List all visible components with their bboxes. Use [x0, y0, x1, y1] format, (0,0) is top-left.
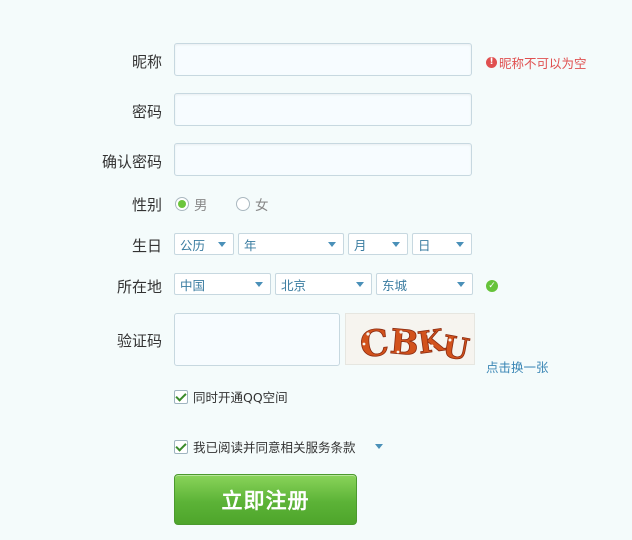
year-select-value: 年	[244, 237, 257, 253]
captcha-label: 验证码	[116, 332, 162, 350]
password-label: 密码	[131, 103, 162, 121]
captcha-image: C B K U	[345, 313, 475, 365]
nickname-input[interactable]	[174, 43, 472, 76]
birthday-label: 生日	[131, 237, 162, 255]
district-select-value: 东城	[382, 277, 408, 293]
check-circle-icon: ✓	[486, 280, 498, 292]
confirm-password-input[interactable]	[174, 143, 472, 176]
nickname-error: ! 昵称不可以为空	[486, 53, 587, 72]
terms-option[interactable]: 我已阅读并同意相关服务条款	[174, 437, 383, 456]
day-select[interactable]: 日	[412, 233, 472, 255]
location-label: 所在地	[116, 278, 162, 296]
captcha-char: U	[440, 329, 472, 365]
chevron-down-icon[interactable]	[374, 444, 383, 449]
captcha-input[interactable]	[174, 313, 340, 366]
month-select[interactable]: 月	[348, 233, 408, 255]
confirm-password-label: 确认密码	[101, 153, 162, 171]
nickname-label: 昵称	[131, 53, 162, 71]
register-button[interactable]: 立即注册	[174, 474, 357, 525]
refresh-captcha-link[interactable]: 点击换一张	[486, 357, 549, 376]
nickname-error-text: 昵称不可以为空	[499, 56, 587, 71]
province-select-value: 北京	[281, 277, 307, 293]
gender-option-male[interactable]: 男	[175, 194, 208, 214]
gender-option-female[interactable]: 女	[236, 194, 269, 214]
chevron-down-icon	[456, 242, 464, 247]
qzone-checkbox[interactable]	[174, 389, 188, 404]
gender-label: 性别	[131, 196, 162, 214]
chevron-down-icon	[218, 242, 226, 247]
qzone-option[interactable]: 同时开通QQ空间	[174, 387, 288, 406]
chevron-down-icon	[392, 242, 400, 247]
calendar-select[interactable]: 公历	[174, 233, 234, 255]
district-select[interactable]: 东城	[376, 273, 473, 295]
error-icon: !	[486, 57, 497, 68]
year-select[interactable]: 年	[238, 233, 344, 255]
terms-label: 我已阅读并同意相关服务条款	[193, 440, 356, 455]
month-select-value: 月	[354, 237, 367, 253]
chevron-down-icon	[356, 282, 364, 287]
calendar-select-value: 公历	[180, 237, 206, 253]
radio-female-label: 女	[255, 198, 269, 214]
qzone-label: 同时开通QQ空间	[193, 390, 288, 405]
captcha-char: C	[358, 321, 391, 365]
chevron-down-icon	[457, 282, 465, 287]
radio-male-label: 男	[194, 198, 208, 214]
day-select-value: 日	[418, 237, 431, 253]
radio-male[interactable]	[175, 197, 189, 211]
terms-checkbox[interactable]	[174, 439, 188, 454]
radio-female[interactable]	[236, 197, 250, 211]
country-select-value: 中国	[180, 277, 206, 293]
chevron-down-icon	[255, 282, 263, 287]
password-input[interactable]	[174, 93, 472, 126]
province-select[interactable]: 北京	[275, 273, 372, 295]
chevron-down-icon	[328, 242, 336, 247]
country-select[interactable]: 中国	[174, 273, 271, 295]
